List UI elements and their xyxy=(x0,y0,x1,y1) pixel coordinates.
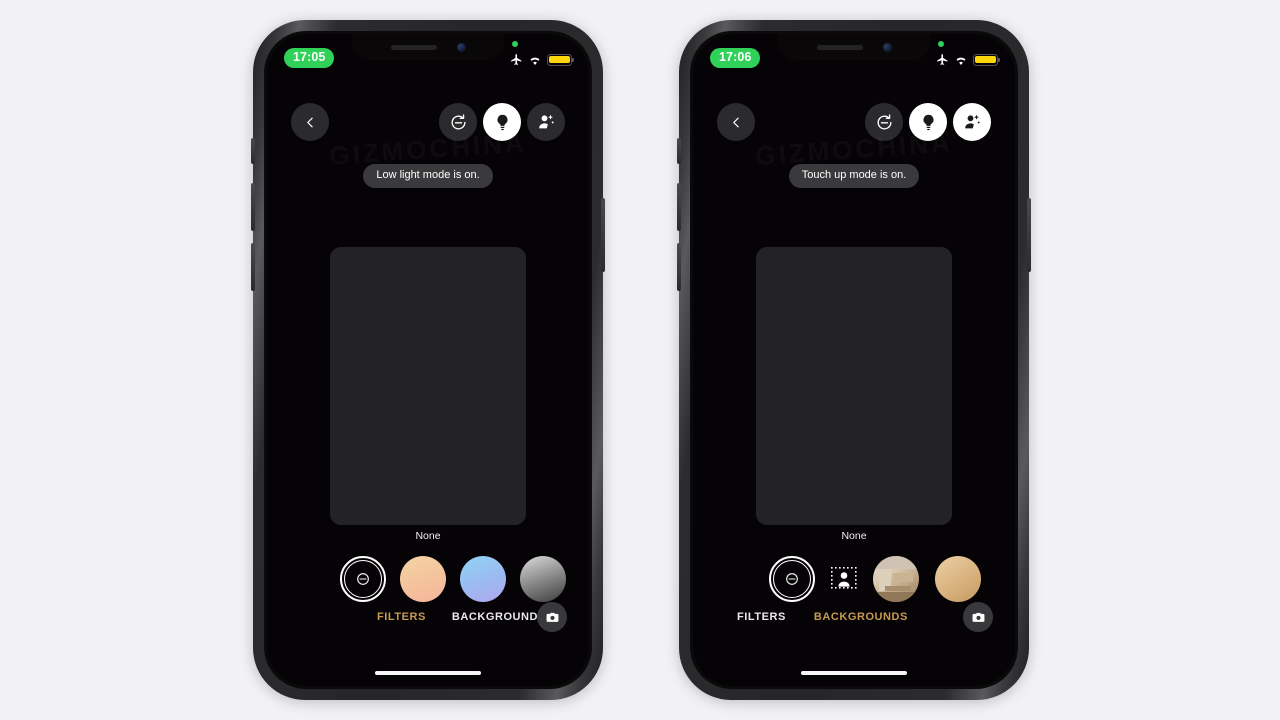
touch-up-button-right[interactable] xyxy=(953,103,991,141)
background-none-chip-right[interactable] xyxy=(769,556,815,602)
status-icons-right xyxy=(936,40,1000,66)
touch-up-button-left[interactable] xyxy=(527,103,565,141)
status-icons-left xyxy=(510,40,574,66)
phone-screen-left: GIZMOCHINA 17:05 xyxy=(267,34,589,686)
background-blur-chip-right[interactable] xyxy=(831,566,857,592)
battery-icon-right xyxy=(973,53,1000,66)
recording-indicator-dot-left xyxy=(512,40,518,47)
no-background-icon-right xyxy=(786,573,798,585)
mute-switch-left[interactable] xyxy=(251,138,255,164)
volume-up-button-left[interactable] xyxy=(251,183,255,231)
tab-backgrounds-right[interactable]: BACKGROUNDS xyxy=(814,611,908,623)
recording-indicator-dot-right xyxy=(938,40,944,47)
back-button-right[interactable] xyxy=(717,103,755,141)
status-bar-left: 17:05 xyxy=(267,34,589,80)
mode-tab-bar-right: FILTERS BACKGROUNDS xyxy=(693,600,1015,634)
back-button-left[interactable] xyxy=(291,103,329,141)
mute-switch-right[interactable] xyxy=(677,138,681,164)
status-bar-right: 17:06 xyxy=(693,34,1015,80)
screenshot-canvas: GIZMOCHINA 17:05 xyxy=(0,0,1280,720)
flip-camera-icon-right xyxy=(877,113,892,130)
airplane-mode-icon-right xyxy=(937,53,948,65)
effects-strip-left[interactable] xyxy=(267,551,589,607)
mode-tooltip-right: Touch up mode is on. xyxy=(788,164,920,188)
volume-up-button-right[interactable] xyxy=(677,183,681,231)
top-control-bar-left xyxy=(267,100,589,144)
filter-warm-chip-left[interactable] xyxy=(400,556,446,602)
background-room-chip-right[interactable] xyxy=(873,556,919,602)
blur-background-icon-right xyxy=(831,567,857,589)
volume-down-button-left[interactable] xyxy=(251,243,255,291)
filter-mono-chip-left[interactable] xyxy=(520,556,566,602)
flip-camera-icon-left xyxy=(451,113,466,130)
status-time-pill-left: 17:05 xyxy=(284,48,335,68)
selected-effect-label-right: None xyxy=(841,530,867,542)
phone-bezel-left: GIZMOCHINA 17:05 xyxy=(264,31,592,689)
filter-cool-chip-left[interactable] xyxy=(460,556,506,602)
power-button-right[interactable] xyxy=(1027,198,1031,272)
touch-up-icon-left xyxy=(539,114,555,129)
battery-icon-left xyxy=(547,53,574,66)
switch-camera-button-left[interactable] xyxy=(537,602,567,632)
phone-device-left: GIZMOCHINA 17:05 xyxy=(251,20,605,700)
filter-none-chip-left[interactable] xyxy=(340,556,386,602)
power-button-left[interactable] xyxy=(601,198,605,272)
camera-icon-right xyxy=(972,612,984,622)
effects-carousel-right: None xyxy=(693,530,1015,607)
status-time-pill-right: 17:06 xyxy=(710,48,761,68)
video-preview-left[interactable] xyxy=(330,247,526,525)
flip-camera-button-left[interactable] xyxy=(439,103,477,141)
no-filter-icon-left xyxy=(357,573,369,585)
flip-camera-button-right[interactable] xyxy=(865,103,903,141)
selected-effect-label-left: None xyxy=(415,530,441,542)
low-light-button-left[interactable] xyxy=(483,103,521,141)
home-indicator-right[interactable] xyxy=(801,671,907,675)
filter-none-ring-left xyxy=(344,560,382,598)
tab-filters-right[interactable]: FILTERS xyxy=(737,611,786,623)
chevron-left-icon-right xyxy=(732,117,739,127)
airplane-mode-icon-left xyxy=(511,53,522,65)
camera-icon-left xyxy=(546,612,558,622)
room-thumbnail-right xyxy=(873,556,919,602)
tooltip-row-left: Low light mode is on. xyxy=(267,164,589,188)
switch-camera-button-right[interactable] xyxy=(963,602,993,632)
mode-tooltip-left: Low light mode is on. xyxy=(363,164,493,188)
phone-bezel-right: GIZMOCHINA 17:06 xyxy=(690,31,1018,689)
effects-carousel-left: None xyxy=(267,530,589,607)
volume-down-button-right[interactable] xyxy=(677,243,681,291)
lightbulb-icon-left xyxy=(496,114,508,130)
wifi-icon-right xyxy=(956,57,966,65)
background-none-ring-right xyxy=(773,560,811,598)
tab-backgrounds-left[interactable]: BACKGROUNDS xyxy=(452,611,546,623)
camera-effects-group-right xyxy=(865,103,991,141)
chevron-left-icon-left xyxy=(306,117,313,127)
battery-fill-left xyxy=(549,55,570,64)
phone-screen-right: GIZMOCHINA 17:06 xyxy=(693,34,1015,686)
background-tan-chip-right[interactable] xyxy=(935,556,981,602)
low-light-button-right[interactable] xyxy=(909,103,947,141)
lightbulb-icon-right xyxy=(922,114,934,130)
tab-filters-left[interactable]: FILTERS xyxy=(377,611,426,623)
wifi-icon-left xyxy=(530,57,540,65)
video-preview-right[interactable] xyxy=(756,247,952,525)
battery-fill-right xyxy=(975,55,996,64)
touch-up-icon-right xyxy=(965,114,981,129)
mode-tab-bar-left: FILTERS BACKGROUNDS xyxy=(267,600,589,634)
camera-effects-group-left xyxy=(439,103,565,141)
top-control-bar-right xyxy=(693,100,1015,144)
phone-device-right: GIZMOCHINA 17:06 xyxy=(677,20,1031,700)
tooltip-row-right: Touch up mode is on. xyxy=(693,164,1015,188)
effects-strip-right[interactable] xyxy=(693,551,1015,607)
home-indicator-left[interactable] xyxy=(375,671,481,675)
